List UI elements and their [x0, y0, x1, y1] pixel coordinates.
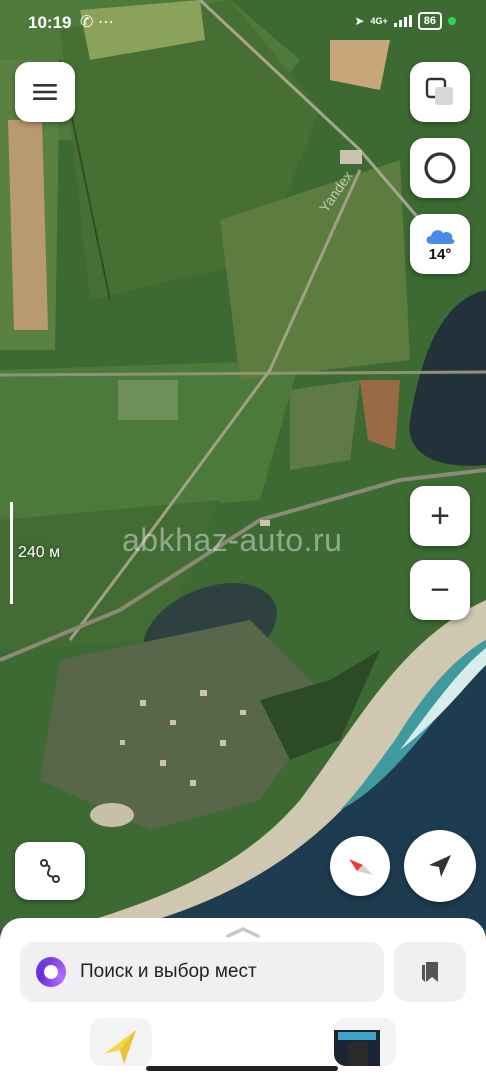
status-left-icons: ✆ ⋯	[80, 12, 114, 32]
signal-icon	[393, 15, 412, 27]
zoom-out-button[interactable]: −	[410, 560, 470, 620]
layers-icon	[425, 77, 453, 105]
battery-indicator: 86	[417, 12, 442, 30]
map-imagery	[0, 0, 486, 930]
weather-temperature: 14°	[428, 245, 452, 263]
plus-icon: +	[430, 497, 450, 535]
location-arrow-icon: ➤	[354, 14, 365, 28]
hamburger-icon	[33, 84, 57, 100]
bookmarks-icon	[422, 962, 438, 982]
menu-button[interactable]	[15, 62, 75, 122]
status-bar: 10:19 ✆ ⋯ ➤ 4G+ 86	[0, 0, 486, 46]
shortcut-navigator[interactable]	[90, 1018, 152, 1066]
search-placeholder: Поиск и выбор мест	[80, 961, 257, 982]
sheet-handle-chevron-icon[interactable]	[226, 926, 260, 938]
status-right-icons: ➤ 4G+ 86	[354, 12, 456, 30]
search-bar[interactable]: Поиск и выбор мест	[20, 942, 384, 1002]
more-dots-icon: ⋯	[97, 14, 114, 31]
cloud-icon	[426, 229, 455, 244]
privacy-indicator-dot	[448, 17, 456, 25]
my-location-button[interactable]	[404, 830, 476, 902]
bookmarks-button[interactable]	[394, 942, 466, 1002]
route-button[interactable]	[15, 842, 85, 900]
route-icon	[40, 859, 60, 883]
compass-icon	[349, 859, 373, 875]
navigation-arrow-icon	[429, 855, 451, 877]
scale-label: 240 м	[18, 544, 61, 561]
watermark: abkhaz-auto.ru	[122, 522, 343, 558]
satellite-map[interactable]	[0, 0, 486, 930]
compass-button[interactable]	[330, 836, 390, 896]
home-indicator[interactable]	[146, 1066, 338, 1071]
layers-button[interactable]	[410, 62, 470, 122]
whatsapp-icon: ✆	[80, 14, 94, 31]
scale-bar	[10, 502, 13, 604]
bottom-sheet[interactable]: Поиск и выбор мест	[0, 918, 486, 1080]
alice-ring-icon	[424, 152, 456, 184]
alice-icon[interactable]	[36, 957, 66, 987]
zoom-in-button[interactable]: +	[410, 486, 470, 546]
network-type: 4G+	[370, 16, 388, 26]
stories-thumbnail-icon	[334, 1030, 380, 1066]
shortcut-stories[interactable]	[334, 1018, 396, 1066]
alice-button[interactable]	[410, 138, 470, 198]
navigator-arrow-icon	[104, 1030, 136, 1064]
status-time: 10:19	[28, 13, 72, 32]
weather-widget[interactable]: 14°	[410, 214, 470, 274]
minus-icon: −	[430, 571, 450, 609]
